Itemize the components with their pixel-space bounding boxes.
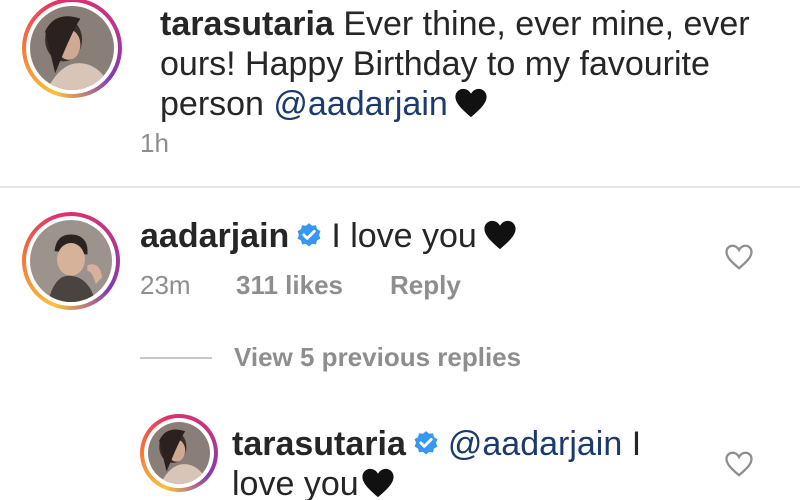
comment-body: I love you: [331, 217, 477, 255]
reply-username[interactable]: tarasutaria: [232, 425, 406, 463]
comment-username[interactable]: aadarjain: [140, 217, 289, 255]
profile-photo-icon: [30, 220, 112, 302]
divider: [0, 186, 800, 188]
caption-time: 1h: [140, 128, 169, 158]
caption-avatar[interactable]: [22, 0, 122, 98]
comment-text: aadarjain I love you: [140, 216, 517, 256]
black-heart-icon: [455, 88, 487, 118]
replies-line: [140, 356, 212, 359]
verified-badge-icon: [297, 223, 321, 247]
like-heart-icon[interactable]: [724, 450, 754, 478]
black-heart-icon: [362, 468, 394, 498]
caption-username[interactable]: tarasutaria: [160, 5, 334, 43]
like-heart-icon[interactable]: [724, 243, 754, 271]
reply-avatar[interactable]: [140, 414, 218, 492]
profile-photo-icon: [30, 6, 114, 90]
reply-button[interactable]: Reply: [390, 270, 461, 301]
reply-mention[interactable]: @aadarjain: [448, 425, 622, 463]
view-previous-replies[interactable]: View 5 previous replies: [140, 342, 521, 373]
view-replies-label[interactable]: View 5 previous replies: [234, 342, 521, 373]
comment-time: 23m: [140, 270, 191, 300]
reply-text: tarasutaria @aadarjain I love you: [232, 424, 692, 500]
comment-likes[interactable]: 311 likes: [236, 270, 343, 301]
black-heart-icon: [484, 220, 516, 250]
caption-mention[interactable]: @aadarjain: [273, 85, 447, 123]
verified-badge-icon: [414, 431, 438, 455]
profile-photo-icon: [148, 422, 210, 484]
caption-text: tarasutaria Ever thine, ever mine, ever …: [160, 4, 780, 124]
comment-avatar[interactable]: [22, 212, 120, 310]
